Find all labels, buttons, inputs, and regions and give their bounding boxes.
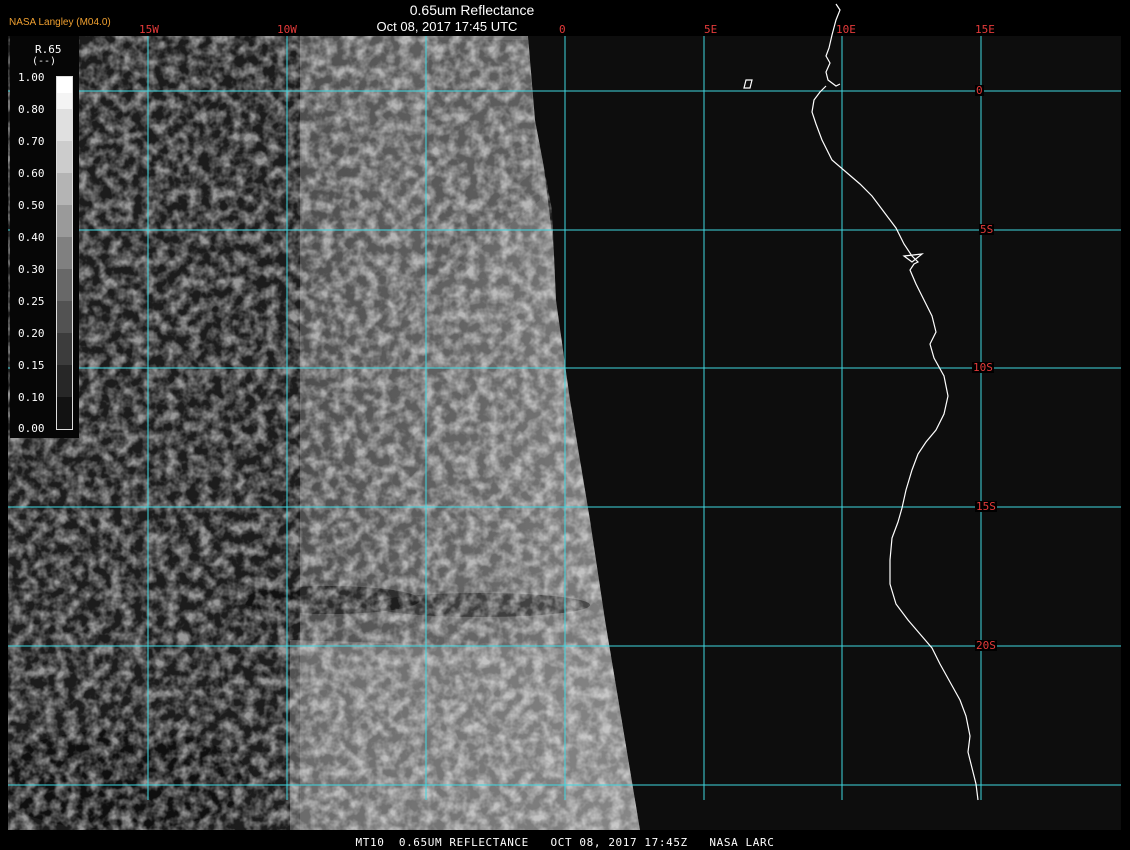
product-title: 0.65um Reflectance (409, 2, 535, 18)
colorbar-tick: 0.40 (18, 231, 45, 244)
colorbar-tick: 0.15 (18, 359, 45, 372)
lon-label-5e: 5E (704, 23, 718, 36)
colorbar-tick: 0.20 (18, 327, 45, 340)
reflectance-imagery (0, 0, 1130, 850)
colorbar-tick: 0.10 (18, 391, 45, 404)
lon-label-15w: 15W (139, 23, 159, 36)
lon-label-15e: 15E (975, 23, 995, 36)
lat-label-0: 0 (975, 84, 984, 97)
footer-caption: MT10 0.65UM REFLECTANCE OCT 08, 2017 17:… (355, 836, 775, 849)
colorbar-gradient (56, 76, 73, 430)
colorbar-tick: 0.80 (18, 103, 45, 116)
colorbar-units: (--) (32, 56, 57, 67)
lon-label-0: 0 (559, 23, 566, 36)
colorbar-tick: 0.70 (18, 135, 45, 148)
colorbar-tick: 0.30 (18, 263, 45, 276)
colorbar-tick: 1.00 (18, 71, 45, 84)
colorbar-tick: 0.50 (18, 199, 45, 212)
lat-label-20s: 20S (975, 639, 997, 652)
colorbar-tick: 0.60 (18, 167, 45, 180)
colorbar-tick: 0.25 (18, 295, 45, 308)
colorbar-tick: 0.00 (18, 422, 45, 435)
lat-label-10s: 10S (972, 361, 994, 374)
lon-label-10e: 10E (836, 23, 856, 36)
datetime-label: Oct 08, 2017 17:45 UTC (376, 19, 518, 34)
colorbar-legend: R.65 (--) 1.00 0.80 0.70 0.60 0.50 0.40 … (10, 36, 79, 438)
lon-label-10w: 10W (277, 23, 297, 36)
colorbar-title: R.65 (35, 43, 62, 56)
lat-label-5s: 5S (979, 223, 995, 236)
satellite-image-viewer: NASA Langley (M04.0) 0.65um Reflectance … (0, 0, 1130, 850)
lat-label-15s: 15S (975, 500, 997, 513)
